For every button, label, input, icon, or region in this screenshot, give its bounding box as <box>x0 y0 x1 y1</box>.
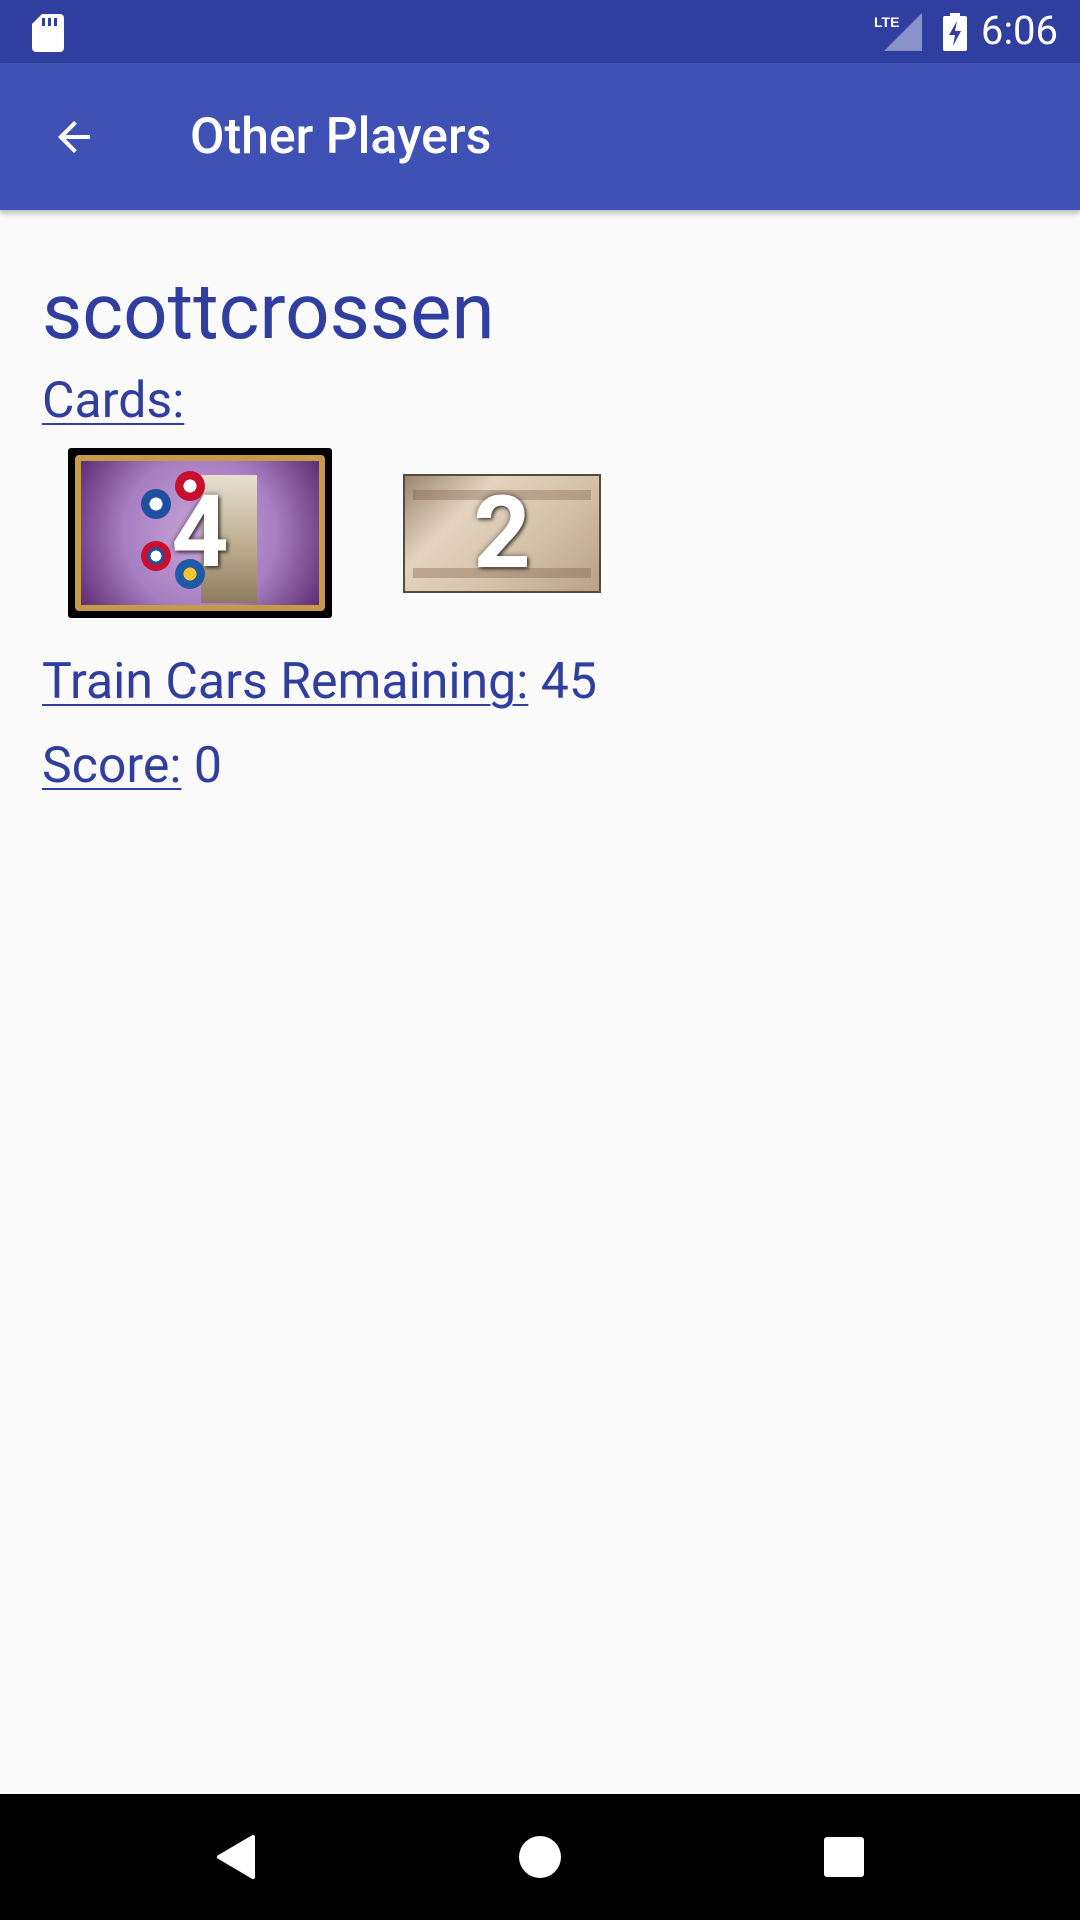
flag-icon <box>141 541 171 571</box>
score-value: 0 <box>193 737 222 795</box>
nav-home-icon <box>519 1836 561 1878</box>
destination-ticket-card[interactable]: 2 <box>403 474 601 593</box>
score: Score: 0 <box>42 736 222 796</box>
back-button[interactable] <box>36 99 112 175</box>
destination-ticket-count: 2 <box>473 474 531 592</box>
train-cars-remaining: Train Cars Remaining: 45 <box>42 652 597 712</box>
flag-icon <box>141 489 171 519</box>
svg-text:LTE: LTE <box>874 14 899 30</box>
train-card-count: 4 <box>171 474 229 591</box>
nav-back-icon <box>217 1835 255 1879</box>
arrow-back-icon <box>58 121 90 153</box>
train-cars-value: 45 <box>540 653 597 711</box>
nav-recents-button[interactable] <box>764 1794 924 1920</box>
nav-home-button[interactable] <box>460 1794 620 1920</box>
train-card[interactable]: 4 <box>68 448 332 618</box>
sd-card-icon <box>32 14 64 52</box>
app-bar: Other Players <box>0 63 1080 210</box>
lte-signal-icon: LTE <box>874 13 922 51</box>
cards-label: Cards: <box>42 371 184 431</box>
nav-recents-icon <box>824 1837 864 1877</box>
page-title: Other Players <box>190 108 492 166</box>
player-name: scottcrossen <box>42 267 495 358</box>
navigation-bar <box>0 1794 1080 1920</box>
score-label: Score: <box>42 737 182 795</box>
status-bar: LTE 6:06 <box>0 0 1080 63</box>
train-cars-label: Train Cars Remaining: <box>42 653 529 711</box>
battery-charging-icon <box>943 13 967 51</box>
status-clock: 6:06 <box>980 7 1058 54</box>
cards-label-text: Cards: <box>42 372 185 430</box>
nav-back-button[interactable] <box>155 1794 315 1920</box>
